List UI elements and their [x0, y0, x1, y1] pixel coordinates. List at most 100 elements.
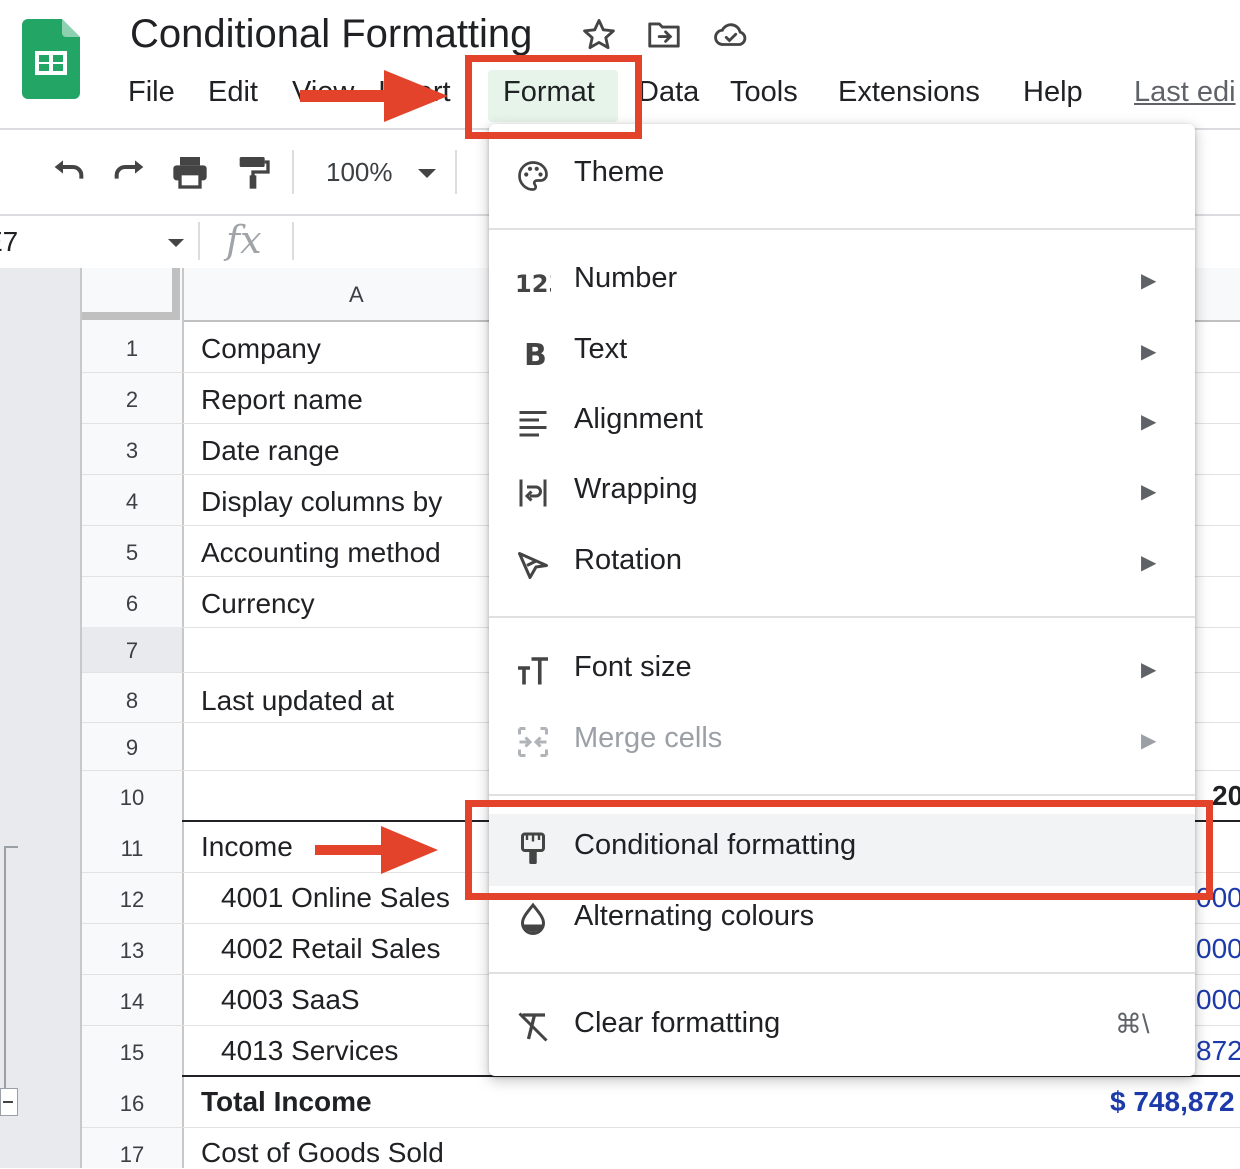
cell-a5[interactable]: Accounting method — [201, 537, 441, 569]
cell-a1[interactable]: Company — [201, 333, 321, 365]
menu-data[interactable]: Data — [638, 76, 699, 109]
alternating-colours-icon — [520, 902, 546, 935]
row-header[interactable]: 16 — [82, 1091, 182, 1117]
menu-item-rotation[interactable]: Rotation ▶ — [489, 530, 1195, 596]
menu-item-number[interactable]: 123 Number ▶ — [489, 248, 1195, 314]
cell-a11[interactable]: Income — [201, 831, 293, 863]
fx-icon: fx — [226, 218, 262, 262]
menu-item-alignment[interactable]: Alignment ▶ — [489, 389, 1195, 455]
row-header[interactable]: 2 — [82, 387, 182, 413]
menu-item-clear-formatting[interactable]: Clear formatting ⌘\ — [489, 993, 1195, 1059]
menu-file[interactable]: File — [128, 76, 175, 109]
merge-cells-icon — [518, 727, 548, 757]
row-header[interactable]: 6 — [82, 591, 182, 617]
menu-separator — [489, 972, 1195, 974]
menu-item-rotation-label: Rotation — [574, 544, 683, 576]
cell-a12[interactable]: 4001 Online Sales — [221, 882, 450, 914]
text-wrap-icon — [519, 479, 547, 507]
formula-separator — [292, 222, 294, 260]
menu-item-clear-formatting-label: Clear formatting — [574, 1007, 781, 1039]
cell-a8[interactable]: Last updated at — [201, 685, 394, 717]
svg-text:123: 123 — [515, 270, 551, 298]
cell-value-services[interactable]: 872 — [1196, 1035, 1240, 1067]
row-header[interactable]: 9 — [82, 735, 182, 761]
cell-a13[interactable]: 4002 Retail Sales — [221, 933, 440, 965]
row-header[interactable]: 12 — [82, 887, 182, 913]
text-rotation-icon — [518, 552, 548, 579]
bold-text-icon: B — [524, 338, 547, 371]
cell-value-saas[interactable]: 000 — [1196, 984, 1240, 1016]
cell-header-year[interactable]: 20 — [1212, 780, 1240, 812]
menu-tools[interactable]: Tools — [730, 76, 798, 109]
menu-item-number-label: Number — [574, 262, 678, 294]
paint-format-icon[interactable] — [233, 152, 273, 192]
annotation-arrow-icon — [315, 826, 438, 874]
cell-a6[interactable]: Currency — [201, 588, 315, 620]
row-header[interactable]: 11 — [82, 836, 182, 862]
row-header[interactable]: 4 — [82, 489, 182, 515]
cell-a2[interactable]: Report name — [201, 384, 363, 416]
row-header[interactable]: 5 — [82, 540, 182, 566]
toolbar-separator — [292, 150, 294, 194]
zoom-select[interactable]: 100% — [326, 157, 393, 188]
number-format-icon: 123 — [515, 270, 551, 298]
last-edit-link[interactable]: Last edi — [1134, 76, 1236, 109]
star-icon[interactable] — [580, 16, 618, 54]
menu-item-merge-cells-label: Merge cells — [574, 722, 723, 754]
row-header[interactable]: 17 — [82, 1142, 182, 1168]
collapse-group-button[interactable] — [0, 1088, 18, 1116]
menu-help[interactable]: Help — [1023, 76, 1083, 109]
move-to-folder-icon[interactable] — [645, 16, 683, 54]
menu-item-merge-cells[interactable]: Merge cells ▶ — [489, 708, 1195, 774]
row-header[interactable]: 10 — [82, 785, 182, 811]
palette-icon — [518, 161, 548, 191]
row-header[interactable]: 1 — [82, 336, 182, 362]
menu-separator — [489, 616, 1195, 618]
row-header[interactable]: 14 — [82, 989, 182, 1015]
menu-item-alignment-label: Alignment — [574, 403, 703, 435]
document-title[interactable]: Conditional Formatting — [130, 12, 532, 57]
cell-a3[interactable]: Date range — [201, 435, 340, 467]
cell-a17[interactable]: Cost of Goods Sold — [201, 1137, 444, 1169]
menu-item-text-label: Text — [574, 333, 628, 365]
column-header-a[interactable]: A — [349, 282, 364, 308]
submenu-arrow-icon: ▶ — [1141, 659, 1157, 681]
cell-value-retail-sales[interactable]: 000 — [1196, 933, 1240, 965]
cell-a15[interactable]: 4013 Services — [221, 1035, 398, 1067]
menu-edit[interactable]: Edit — [208, 76, 258, 109]
row-header[interactable]: 13 — [82, 938, 182, 964]
row-header[interactable]: 15 — [82, 1040, 182, 1066]
cloud-saved-icon[interactable] — [712, 16, 750, 54]
name-box-chevron-down-icon[interactable] — [166, 236, 186, 250]
zoom-chevron-down-icon[interactable] — [416, 165, 438, 181]
clear-formatting-icon — [518, 1012, 548, 1042]
row-header[interactable]: 8 — [82, 688, 182, 714]
menu-extensions[interactable]: Extensions — [838, 76, 980, 109]
row-header[interactable]: 7 — [82, 638, 182, 664]
annotation-box-conditional-formatting — [465, 800, 1213, 900]
row-header-border — [182, 268, 184, 1168]
align-left-icon — [519, 411, 547, 437]
menu-item-text[interactable]: B Text ▶ — [489, 319, 1195, 385]
print-icon[interactable] — [170, 152, 210, 192]
select-all-corner[interactable] — [82, 268, 180, 320]
name-box[interactable]: E7 — [0, 226, 18, 258]
menu-item-font-size[interactable]: Font size ▶ — [489, 637, 1195, 703]
redo-icon[interactable] — [110, 152, 150, 192]
undo-icon[interactable] — [48, 152, 88, 192]
menu-item-theme-label: Theme — [574, 156, 665, 188]
row-header[interactable]: 3 — [82, 438, 182, 464]
row-divider — [82, 1127, 1240, 1128]
menu-item-wrapping[interactable]: Wrapping ▶ — [489, 459, 1195, 525]
cell-a14[interactable]: 4003 SaaS — [221, 984, 360, 1016]
cell-a16[interactable]: Total Income — [201, 1086, 372, 1118]
sheets-logo-icon[interactable] — [22, 19, 80, 99]
cell-value-total-income[interactable]: $ 748,872 — [1110, 1086, 1235, 1118]
cell-a4[interactable]: Display columns by — [201, 486, 442, 518]
annotation-box-format-menu — [465, 55, 642, 139]
menu-item-theme[interactable]: Theme — [489, 142, 1195, 208]
submenu-arrow-icon: ▶ — [1141, 730, 1157, 752]
submenu-arrow-icon: ▶ — [1141, 270, 1157, 292]
format-dropdown-menu: Theme 123 Number ▶ B Text ▶ Alignment ▶ … — [489, 124, 1195, 1076]
submenu-arrow-icon: ▶ — [1141, 411, 1157, 433]
